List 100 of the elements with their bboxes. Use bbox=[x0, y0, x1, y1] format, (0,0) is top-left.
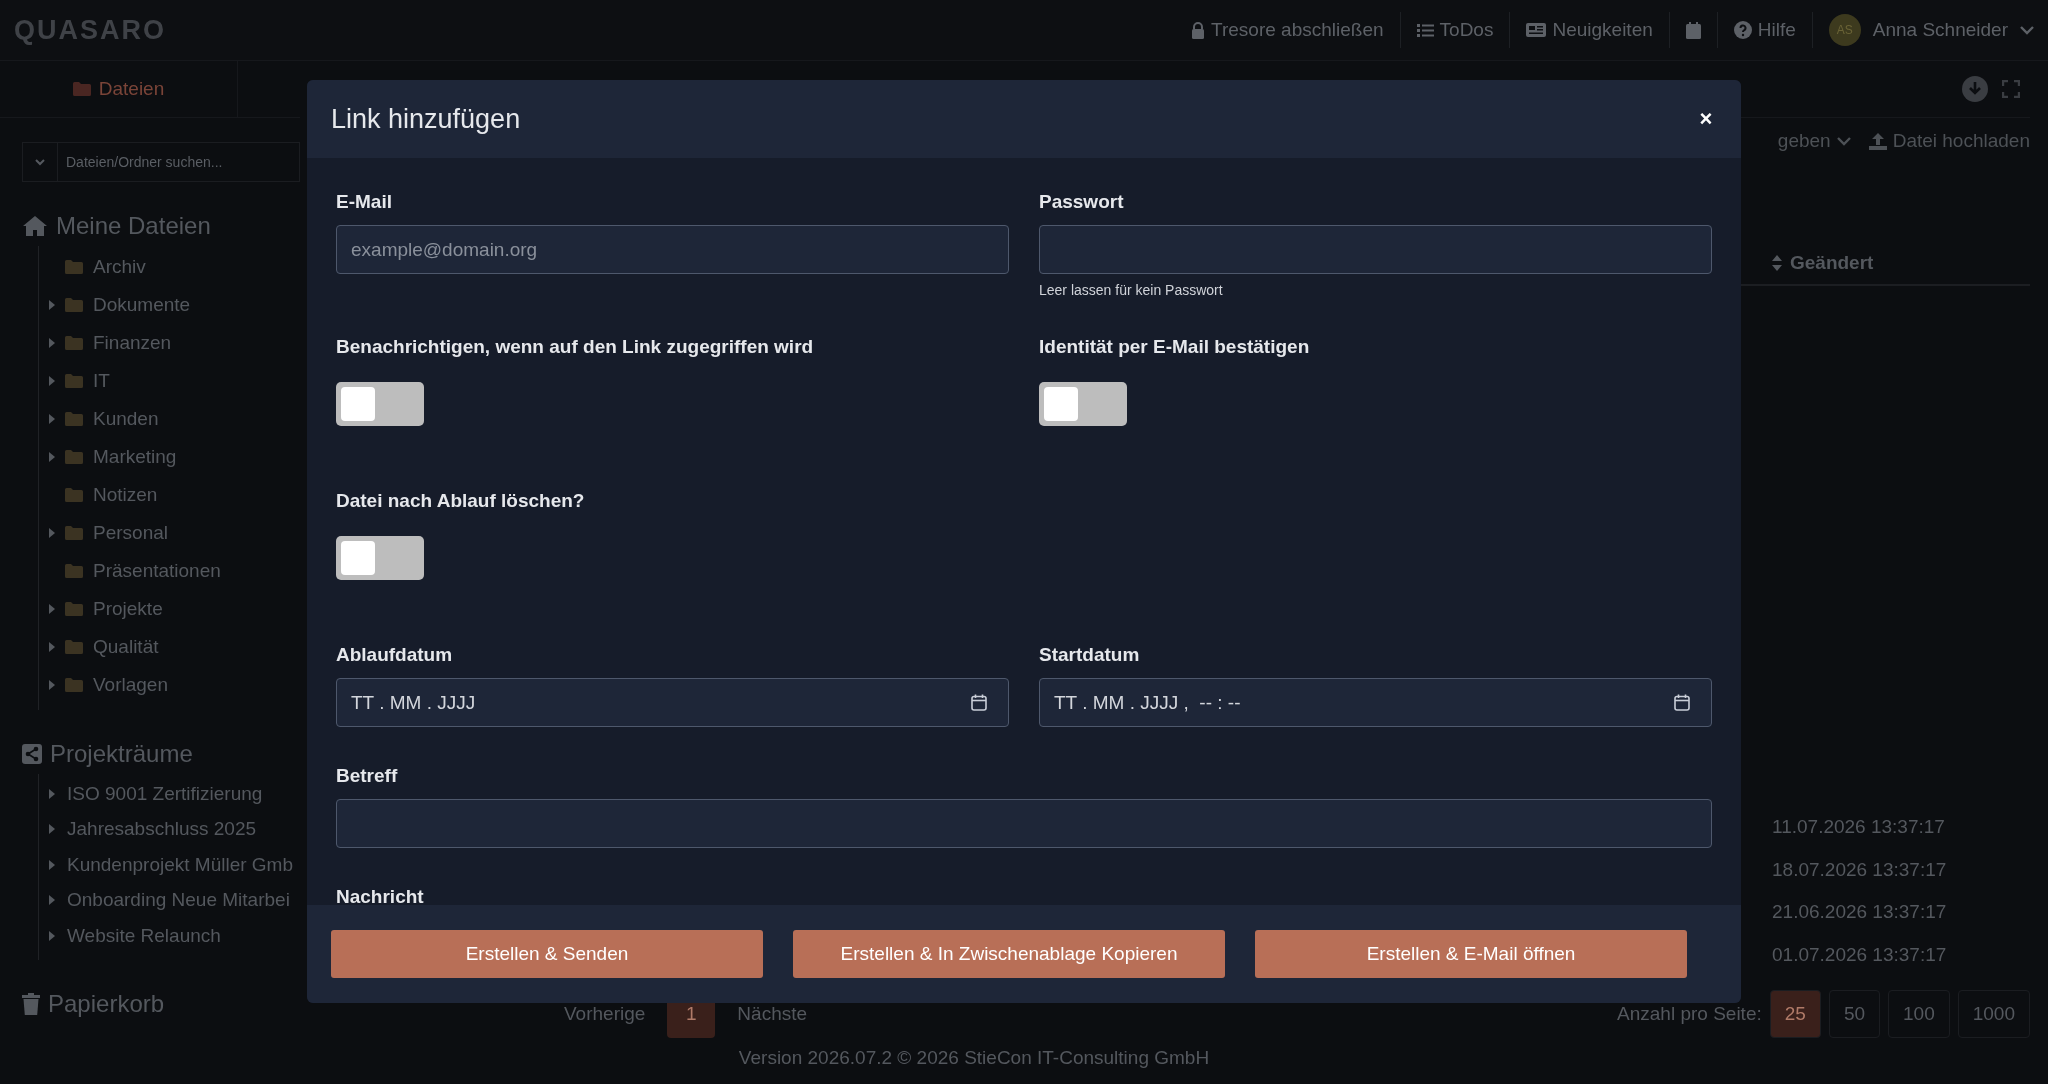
filter-dropdown[interactable] bbox=[22, 142, 58, 182]
tree-item[interactable]: Kundenprojekt Müller Gmb bbox=[39, 847, 300, 883]
section-label: Meine Dateien bbox=[56, 212, 211, 240]
action-button[interactable]: Erstellen & E-Mail öffnen bbox=[1255, 930, 1687, 978]
folder-icon bbox=[65, 526, 83, 540]
tree-label: Dokumente bbox=[93, 294, 191, 316]
tree-item[interactable]: Kunden bbox=[39, 400, 300, 438]
tree-item[interactable]: Qualität bbox=[39, 628, 300, 666]
tree-label: ISO 9001 Zertifizierung bbox=[67, 782, 263, 805]
sort-icon bbox=[1772, 255, 1782, 271]
nav-link[interactable]: Neuigkeiten bbox=[1526, 19, 1653, 41]
tree-label: Kunden bbox=[93, 408, 159, 430]
home-icon bbox=[22, 215, 48, 237]
upload-button[interactable]: Datei hochladen bbox=[1868, 130, 2030, 152]
previous-page-button[interactable]: Vorherige bbox=[550, 990, 660, 1038]
sort-column-header[interactable]: Geändert bbox=[1772, 252, 2030, 274]
tree-item[interactable]: Dokumente bbox=[39, 286, 300, 324]
newspaper-icon bbox=[1526, 23, 1547, 37]
dialog-title: Link hinzufügen bbox=[331, 103, 521, 135]
section-label: Projekträume bbox=[50, 740, 193, 768]
input-field[interactable] bbox=[336, 799, 1712, 848]
tree-label: Präsentationen bbox=[93, 560, 221, 582]
chevron-down-icon bbox=[2020, 25, 2034, 35]
date-field[interactable]: TT . MM . JJJJ bbox=[336, 678, 1009, 727]
toggle-switch[interactable] bbox=[336, 382, 424, 426]
section-title[interactable]: Meine Dateien bbox=[22, 212, 300, 240]
caret-right-icon bbox=[49, 300, 55, 310]
page-size-button[interactable]: 100 bbox=[1888, 990, 1950, 1038]
list-icon bbox=[1416, 22, 1434, 38]
next-page-button[interactable]: Nächste bbox=[723, 990, 822, 1038]
tree-item[interactable]: Marketing bbox=[39, 438, 300, 476]
trash-icon bbox=[22, 992, 40, 1015]
tree-item[interactable]: Personal bbox=[39, 514, 300, 552]
calendar-icon bbox=[1685, 21, 1701, 39]
tree-item[interactable]: Jahresabschluss 2025 bbox=[39, 811, 300, 847]
tree-item[interactable]: Finanzen bbox=[39, 324, 300, 362]
folder-icon bbox=[65, 488, 83, 502]
tree-item[interactable]: ISO 9001 Zertifizierung bbox=[39, 776, 300, 812]
caret-right-icon bbox=[49, 895, 55, 906]
caret-right-icon bbox=[49, 338, 55, 348]
folder-icon bbox=[65, 678, 83, 692]
section-label: Papierkorb bbox=[48, 989, 165, 1018]
nav-link[interactable]: ToDos bbox=[1416, 19, 1494, 41]
calendar-button[interactable] bbox=[1685, 21, 1701, 39]
tree-label: Kundenprojekt Müller Gmb bbox=[67, 853, 293, 876]
input-field[interactable] bbox=[1039, 225, 1712, 274]
fullscreen-icon[interactable] bbox=[2002, 80, 2020, 98]
files-tab[interactable]: Dateien bbox=[0, 61, 238, 117]
tree-item[interactable]: Notizen bbox=[39, 476, 300, 514]
action-button[interactable]: Erstellen & In Zwischenablage Kopieren bbox=[793, 930, 1225, 978]
tree-item[interactable]: Onboarding Neue Mitarbei bbox=[39, 882, 300, 918]
table-cell-text: 18.07.2026 13:37:17 bbox=[1772, 857, 1948, 882]
page-size-button[interactable]: 25 bbox=[1769, 990, 1821, 1038]
tree-item[interactable]: IT bbox=[39, 362, 300, 400]
close-button[interactable]: × bbox=[1695, 108, 1717, 130]
folder-icon bbox=[65, 412, 83, 426]
folder-icon bbox=[65, 640, 83, 654]
lock-icon bbox=[1191, 21, 1206, 39]
tree-label: Personal bbox=[93, 522, 168, 544]
folder-icon bbox=[72, 82, 91, 96]
section-title[interactable]: Projekträume bbox=[22, 740, 300, 768]
download-icon[interactable] bbox=[1962, 76, 1988, 102]
calendar-icon bbox=[1674, 694, 1690, 711]
page-size-button[interactable]: 1000 bbox=[1957, 990, 2030, 1038]
share-dropdown[interactable]: geben bbox=[1777, 130, 1851, 152]
tree-item[interactable]: Projekte bbox=[39, 590, 300, 628]
share-icon bbox=[22, 744, 42, 764]
table-cell-text: 11.07.2026 13:37:17 bbox=[1772, 815, 1946, 840]
table-cell-text: 01.07.2026 13:37:17 bbox=[1772, 942, 1948, 967]
folder-icon bbox=[65, 450, 83, 464]
tree-item[interactable]: Präsentationen bbox=[39, 552, 300, 590]
tree-item[interactable]: Website Relaunch bbox=[39, 918, 300, 954]
field-label: Ablaufdatum bbox=[336, 644, 453, 666]
caret-right-icon bbox=[49, 824, 55, 835]
table-cell-text: 21.06.2026 13:37:17 bbox=[1772, 900, 1948, 925]
input-field[interactable]: example@domain.org bbox=[336, 225, 1009, 274]
field-label: Benachrichtigen, wenn auf den Link zugegriffen wird bbox=[336, 336, 814, 358]
caret-right-icon bbox=[49, 642, 55, 652]
help-icon bbox=[1733, 21, 1752, 39]
search-field[interactable]: Dateien/Ordner suchen... bbox=[58, 142, 300, 182]
field-label: Nachricht bbox=[336, 886, 424, 905]
nav-link[interactable]: Tresore abschließen bbox=[1191, 19, 1384, 41]
field-label: Datei nach Ablauf löschen? bbox=[336, 490, 585, 512]
tree-item[interactable]: Vorlagen bbox=[39, 666, 300, 704]
folder-icon bbox=[65, 336, 83, 350]
tree-item[interactable]: Archiv bbox=[39, 248, 300, 286]
date-field[interactable]: TT . MM . JJJJ , -- : -- bbox=[1039, 678, 1712, 727]
chevron-down-icon bbox=[1836, 136, 1851, 146]
section-title[interactable]: Papierkorb bbox=[22, 989, 300, 1018]
folder-icon bbox=[65, 564, 83, 578]
caret-right-icon bbox=[49, 414, 55, 424]
caret-right-icon bbox=[49, 859, 55, 870]
toggle-switch[interactable] bbox=[336, 536, 424, 580]
page-size-button[interactable]: 50 bbox=[1828, 990, 1880, 1038]
caret-right-icon bbox=[49, 452, 55, 462]
toggle-switch[interactable] bbox=[1039, 382, 1127, 426]
tree-label: Archiv bbox=[93, 256, 146, 278]
action-button[interactable]: Erstellen & Senden bbox=[331, 930, 763, 978]
nav-link[interactable]: Hilfe bbox=[1733, 19, 1796, 41]
tree-label: Onboarding Neue Mitarbei bbox=[67, 889, 290, 912]
